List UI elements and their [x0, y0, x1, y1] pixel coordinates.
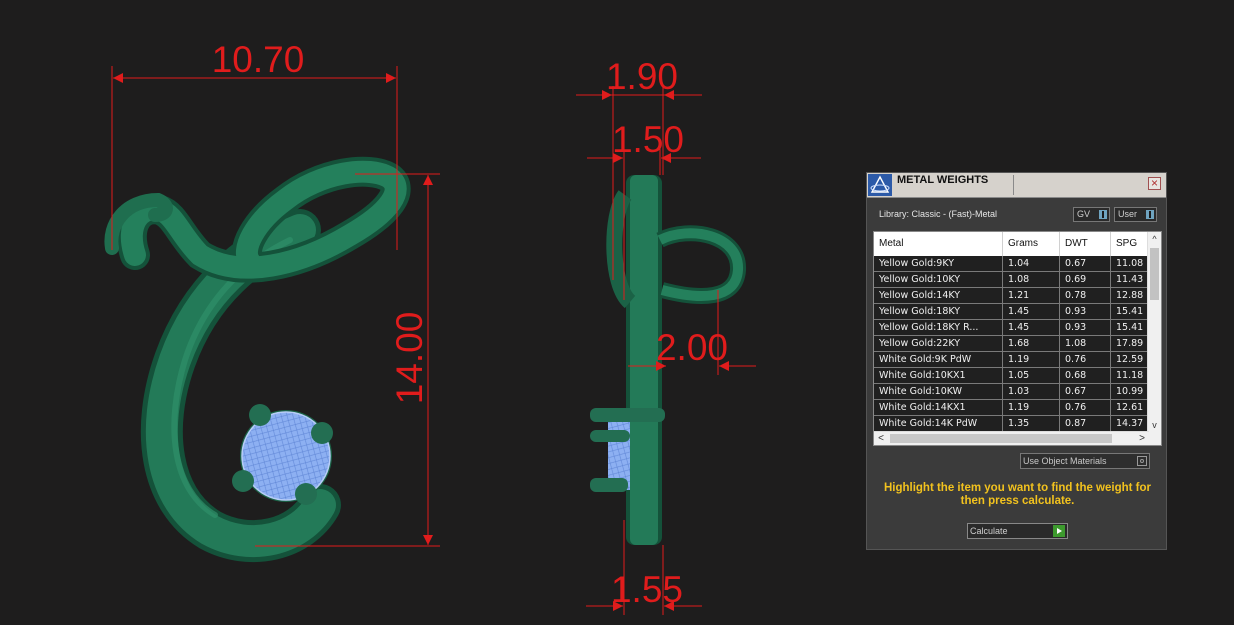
- user-toggle-label: User: [1118, 209, 1138, 219]
- spg-cell: 14.37: [1111, 416, 1151, 431]
- table-row[interactable]: Yellow Gold:18KY 1.45 0.93 15.41: [874, 304, 1151, 320]
- table-row[interactable]: Yellow Gold:10KY 1.08 0.69 11.43: [874, 272, 1151, 288]
- dwt-cell: 0.67: [1060, 256, 1111, 271]
- panel-title: METAL WEIGHTS: [897, 174, 989, 186]
- metal-cell: White Gold:14KX1: [874, 400, 1003, 415]
- close-icon: ×: [1150, 176, 1158, 190]
- table-row[interactable]: Yellow Gold:22KY 1.68 1.08 17.89: [874, 336, 1151, 352]
- table-row[interactable]: White Gold:14K PdW 1.35 0.87 14.37: [874, 416, 1151, 432]
- grams-cell: 1.03: [1003, 384, 1060, 399]
- grams-cell: 1.05: [1003, 368, 1060, 383]
- dimension-width-label: 10.70: [212, 39, 305, 80]
- spg-cell: 11.43: [1111, 272, 1151, 287]
- spg-cell: 11.18: [1111, 368, 1151, 383]
- use-object-materials-label: Use Object Materials: [1023, 456, 1107, 466]
- dimension-side-middle-label: 2.00: [656, 327, 728, 368]
- toggle-switch-icon: [1146, 210, 1154, 219]
- metal-cell: Yellow Gold:22KY: [874, 336, 1003, 351]
- vertical-scrollbar[interactable]: ^ v: [1147, 232, 1161, 432]
- metal-cell: White Gold:10KX1: [874, 368, 1003, 383]
- use-object-materials-toggle[interactable]: Use Object Materials: [1020, 453, 1150, 469]
- dwt-cell: 1.08: [1060, 336, 1111, 351]
- horizontal-scrollbar[interactable]: < >: [874, 431, 1149, 445]
- column-header-spg[interactable]: SPG: [1111, 232, 1151, 256]
- grams-cell: 1.19: [1003, 400, 1060, 415]
- dimension-side-top-outer-label: 1.90: [606, 56, 678, 97]
- dimension-side-bottom-label: 1.55: [611, 569, 683, 610]
- table-body: Yellow Gold:9KY 1.04 0.67 11.08 Yellow Gold:…: [874, 256, 1151, 432]
- calculate-button[interactable]: Calculate: [967, 523, 1068, 539]
- dimension-side-top-inner-label: 1.50: [612, 119, 684, 160]
- table-row[interactable]: White Gold:9K PdW 1.19 0.76 12.59: [874, 352, 1151, 368]
- table-row[interactable]: White Gold:14KX1 1.19 0.76 12.61: [874, 400, 1151, 416]
- metal-cell: Yellow Gold:18KY R...: [874, 320, 1003, 335]
- grams-cell: 1.19: [1003, 352, 1060, 367]
- spg-cell: 12.88: [1111, 288, 1151, 303]
- dwt-cell: 0.78: [1060, 288, 1111, 303]
- metal-cell: Yellow Gold:14KY: [874, 288, 1003, 303]
- metal-cell: White Gold:14K PdW: [874, 416, 1003, 431]
- table-header: Metal Grams DWT SPG: [874, 232, 1149, 257]
- table-row[interactable]: White Gold:10KW 1.03 0.67 10.99: [874, 384, 1151, 400]
- scroll-left-icon[interactable]: <: [874, 432, 888, 445]
- dwt-cell: 0.67: [1060, 384, 1111, 399]
- table-row[interactable]: White Gold:10KX1 1.05 0.68 11.18: [874, 368, 1151, 384]
- metal-cell: White Gold:9K PdW: [874, 352, 1003, 367]
- table-row[interactable]: Yellow Gold:9KY 1.04 0.67 11.08: [874, 256, 1151, 272]
- spg-cell: 12.61: [1111, 400, 1151, 415]
- grams-cell: 1.21: [1003, 288, 1060, 303]
- dwt-cell: 0.87: [1060, 416, 1111, 431]
- play-arrow-icon: [1053, 525, 1065, 537]
- column-header-metal[interactable]: Metal: [874, 232, 1003, 256]
- vertical-scroll-thumb[interactable]: [1150, 248, 1159, 300]
- spg-cell: 12.59: [1111, 352, 1151, 367]
- grams-cell: 1.45: [1003, 304, 1060, 319]
- calculate-label: Calculate: [970, 526, 1008, 536]
- horizontal-scroll-thumb[interactable]: [890, 434, 1112, 443]
- pendant-front-view: [104, 156, 411, 563]
- scroll-down-icon[interactable]: v: [1148, 418, 1161, 432]
- metal-cell: Yellow Gold:10KY: [874, 272, 1003, 287]
- gv-toggle-label: GV: [1077, 209, 1091, 219]
- radio-icon: [1137, 456, 1147, 466]
- title-separator: [1013, 175, 1014, 195]
- user-toggle[interactable]: User: [1114, 207, 1157, 222]
- table-row[interactable]: Yellow Gold:14KY 1.21 0.78 12.88: [874, 288, 1151, 304]
- spg-cell: 10.99: [1111, 384, 1151, 399]
- dimension-height-label: 14.00: [389, 312, 430, 405]
- dwt-cell: 0.76: [1060, 352, 1111, 367]
- close-button[interactable]: ×: [1148, 177, 1161, 190]
- metal-weights-table[interactable]: Metal Grams DWT SPG Yellow Gold:9KY 1.04 0…: [873, 231, 1162, 446]
- toggle-switch-icon: [1099, 210, 1107, 219]
- metal-cell: Yellow Gold:9KY: [874, 256, 1003, 271]
- gv-toggle[interactable]: GV: [1073, 207, 1110, 222]
- app-logo-icon: [868, 174, 892, 196]
- spg-cell: 11.08: [1111, 256, 1151, 271]
- dwt-cell: 0.68: [1060, 368, 1111, 383]
- column-header-grams[interactable]: Grams: [1003, 232, 1060, 256]
- grams-cell: 1.35: [1003, 416, 1060, 431]
- table-row[interactable]: Yellow Gold:18KY R... 1.45 0.93 15.41: [874, 320, 1151, 336]
- grams-cell: 1.08: [1003, 272, 1060, 287]
- metal-weights-panel: METAL WEIGHTS × Library: Classic - (Fast…: [866, 172, 1167, 550]
- spg-cell: 17.89: [1111, 336, 1151, 351]
- scroll-corner: [1148, 432, 1161, 445]
- metal-cell: Yellow Gold:18KY: [874, 304, 1003, 319]
- panel-titlebar[interactable]: METAL WEIGHTS ×: [867, 173, 1166, 198]
- metal-cell: White Gold:10KW: [874, 384, 1003, 399]
- grams-cell: 1.45: [1003, 320, 1060, 335]
- dwt-cell: 0.93: [1060, 320, 1111, 335]
- column-header-dwt[interactable]: DWT: [1060, 232, 1111, 256]
- hint-text: Highlight the item you want to find the …: [883, 482, 1152, 507]
- spg-cell: 15.41: [1111, 304, 1151, 319]
- scroll-up-icon[interactable]: ^: [1148, 232, 1161, 246]
- library-label: Library: Classic - (Fast)-Metal: [879, 209, 998, 219]
- dwt-cell: 0.93: [1060, 304, 1111, 319]
- scroll-right-icon[interactable]: >: [1135, 432, 1149, 445]
- grams-cell: 1.68: [1003, 336, 1060, 351]
- spg-cell: 15.41: [1111, 320, 1151, 335]
- dwt-cell: 0.76: [1060, 400, 1111, 415]
- dwt-cell: 0.69: [1060, 272, 1111, 287]
- grams-cell: 1.04: [1003, 256, 1060, 271]
